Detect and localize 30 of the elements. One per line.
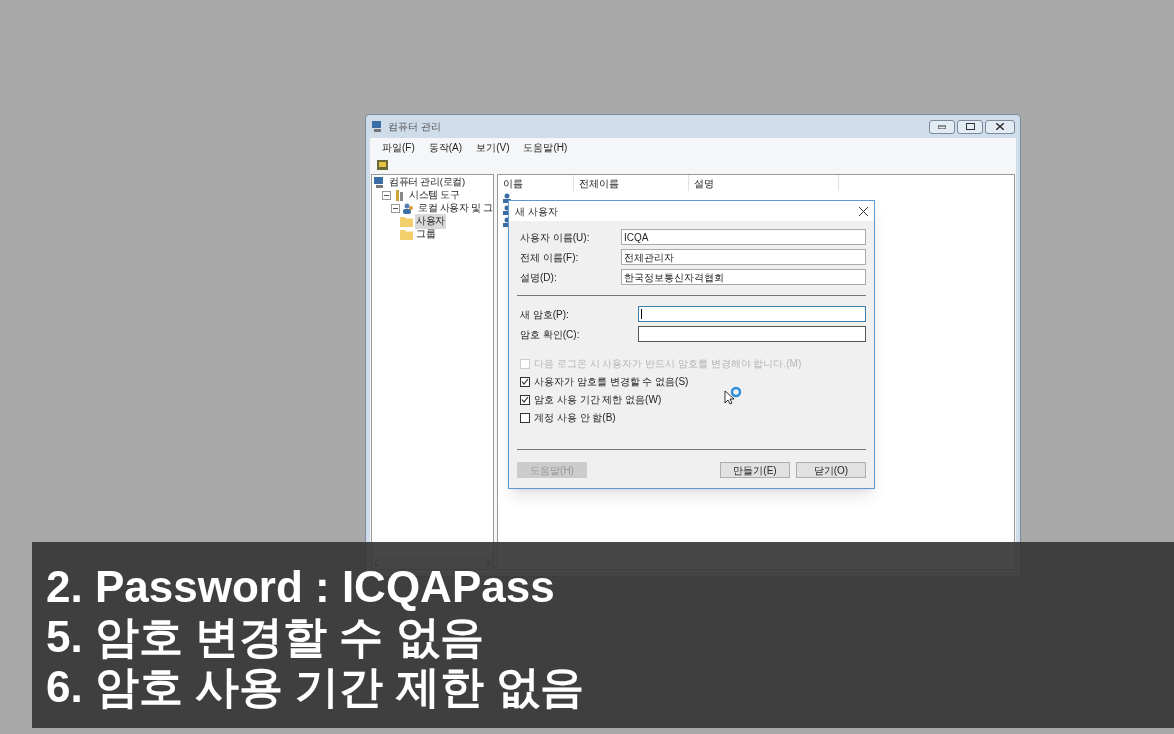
window-title: 컴퓨터 관리 [388, 120, 441, 134]
field-label: 설명(D): [519, 270, 558, 285]
field-label: 암호 확인(C): [519, 327, 581, 342]
tree-item[interactable]: 사용자 [415, 214, 447, 229]
checkbox-label: 계정 사용 안 함(B) [534, 411, 616, 425]
caption-line: 2. Password : ICQAPass [46, 562, 556, 612]
caption-line: 6. 암호 사용 기간 제한 없음 [46, 662, 585, 712]
tree-item[interactable]: 시스템 도구 [408, 188, 461, 203]
dialog-button[interactable]: 만들기(E) [720, 462, 790, 478]
tree-item[interactable]: 컴퓨터 관리(로컬) [388, 175, 466, 190]
tree-item[interactable]: 로컬 사용자 및 그 [417, 201, 493, 216]
menu-item[interactable]: 동작(A) [428, 139, 463, 155]
text-field[interactable]: ICQA [621, 229, 866, 245]
checkbox-label: 사용자가 암호를 변경할 수 없음(S) [534, 375, 689, 389]
column-header[interactable]: 이름 [498, 175, 574, 191]
menu-item[interactable]: 보기(V) [476, 139, 510, 155]
tree-item[interactable]: 그룹 [415, 227, 437, 242]
text-field[interactable]: 전체관리자 [621, 249, 866, 265]
menu-item[interactable]: 도움말(H) [523, 139, 568, 155]
text-field[interactable]: 한국정보통신자격협회 [621, 269, 866, 285]
menu-item[interactable]: 파일(F) [382, 139, 415, 155]
caption-line: 5. 암호 변경할 수 없음 [46, 612, 485, 662]
field-label: 전체 이름(F): [519, 250, 580, 265]
field-label: 사용자 이름(U): [519, 230, 591, 245]
checkbox-label: 암호 사용 기간 제한 없음(W) [534, 393, 662, 407]
field-label: 새 암호(P): [519, 307, 570, 322]
column-header[interactable]: 설명 [689, 175, 839, 191]
dialog-button[interactable]: 닫기(O) [796, 462, 866, 478]
dialog-title: 새 사용자 [515, 204, 558, 219]
column-header[interactable]: 전체이름 [574, 175, 689, 191]
